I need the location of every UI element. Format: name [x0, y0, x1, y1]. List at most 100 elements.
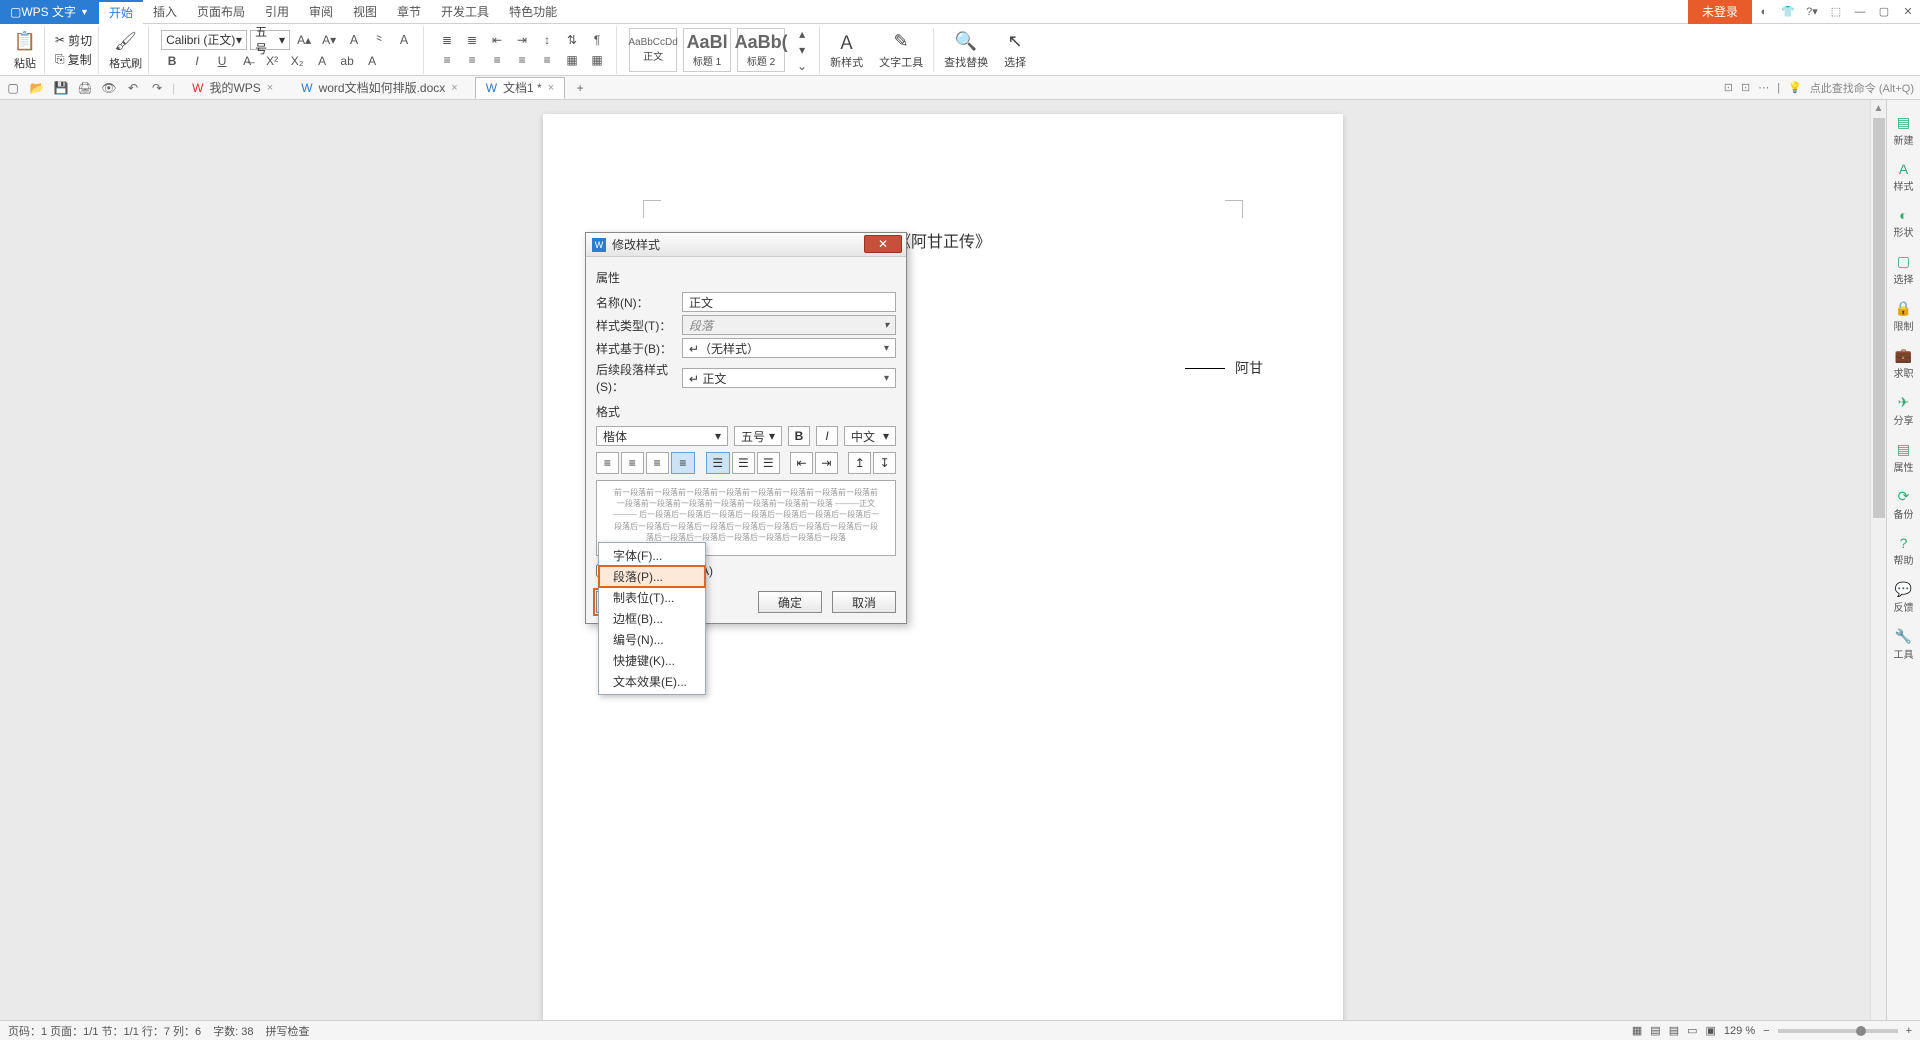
text-tools-button[interactable]: ✎文字工具 — [873, 30, 929, 70]
view-web-icon[interactable]: ▤ — [1669, 1024, 1679, 1037]
shading-icon[interactable]: ▦ — [561, 51, 583, 69]
tab-insert[interactable]: 插入 — [143, 0, 187, 24]
increase-indent-icon[interactable]: ⇥ — [511, 31, 533, 49]
qa-redo-icon[interactable]: ↷ — [148, 79, 166, 97]
view-fullscreen-icon[interactable]: ▣ — [1706, 1024, 1716, 1037]
new-tab-button[interactable]: + — [571, 79, 589, 97]
status-words[interactable]: 字数: 38 — [213, 1023, 253, 1039]
qa-new-icon[interactable]: ▢ — [4, 79, 22, 97]
phonetic-icon[interactable]: ⺀ — [368, 31, 390, 49]
tab-start[interactable]: 开始 — [99, 0, 143, 24]
qa-print-icon[interactable]: 🖨 — [76, 79, 94, 97]
cloud-icon[interactable]: ⊡ — [1724, 81, 1733, 94]
side-feedback[interactable]: 💬反馈 — [1889, 577, 1919, 618]
tab-reference[interactable]: 引用 — [255, 0, 299, 24]
styles-more-icon[interactable]: ⌄ — [791, 59, 813, 73]
shirt-icon[interactable]: 👕 — [1776, 0, 1800, 24]
decrease-font-icon[interactable]: A▾ — [318, 31, 340, 49]
highlight-button[interactable]: ab — [336, 52, 358, 70]
zoom-in-button[interactable]: + — [1906, 1025, 1912, 1037]
login-button[interactable]: 未登录 — [1688, 0, 1752, 24]
decrease-indent-icon[interactable]: ⇤ — [486, 31, 508, 49]
sort-icon[interactable]: ⇅ — [561, 31, 583, 49]
format-lang-select[interactable]: 中文▾ — [844, 426, 896, 446]
align-right-icon[interactable]: ≡ — [486, 51, 508, 69]
side-props[interactable]: ▤属性 — [1889, 437, 1919, 478]
select-button[interactable]: ↖选择 — [998, 30, 1032, 70]
bold-button[interactable]: B — [788, 426, 810, 446]
qa-open-icon[interactable]: 📂 — [28, 79, 46, 97]
ok-button[interactable]: 确定 — [758, 591, 822, 613]
menu-tabs[interactable]: 制表位(T)... — [599, 587, 705, 608]
subscript-button[interactable]: X₂ — [286, 52, 308, 70]
bold-button[interactable]: B — [161, 52, 183, 70]
minimize-icon[interactable]: — — [1848, 0, 1872, 24]
tab-devtools[interactable]: 开发工具 — [431, 0, 499, 24]
close-icon[interactable]: × — [451, 82, 457, 94]
skin-icon[interactable]: ◐ — [1752, 0, 1776, 24]
align-justify-button[interactable]: ≡ — [671, 452, 695, 474]
side-select[interactable]: ▢选择 — [1889, 249, 1919, 290]
style-heading1[interactable]: AaBl标题 1 — [683, 28, 731, 72]
menu-numbering[interactable]: 编号(N)... — [599, 629, 705, 650]
format-size-select[interactable]: 五号▾ — [734, 426, 782, 446]
tab-special[interactable]: 特色功能 — [499, 0, 567, 24]
char-shading-button[interactable]: A — [361, 52, 383, 70]
menu-shortcut[interactable]: 快捷键(K)... — [599, 650, 705, 671]
dialog-titlebar[interactable]: W 修改样式 ✕ — [586, 233, 906, 257]
share-icon[interactable]: ⊡ — [1741, 81, 1750, 94]
side-new[interactable]: ▤新建 — [1889, 110, 1919, 151]
zoom-out-button[interactable]: − — [1763, 1025, 1769, 1037]
align-left-icon[interactable]: ≡ — [436, 51, 458, 69]
qa-save-icon[interactable]: 💾 — [52, 79, 70, 97]
indent-dec-button[interactable]: ⇤ — [790, 452, 813, 474]
para-before-button[interactable]: ↥ — [848, 452, 871, 474]
cut-icon[interactable]: ✂ — [55, 33, 65, 47]
line-spacing-3-button[interactable]: ☰ — [757, 452, 780, 474]
find-replace-button[interactable]: 🔍查找替换 — [938, 30, 994, 70]
distribute-icon[interactable]: ≡ — [536, 51, 558, 69]
zoom-slider-thumb[interactable] — [1856, 1026, 1866, 1036]
styles-down-icon[interactable]: ▾ — [791, 43, 813, 57]
side-style[interactable]: A样式 — [1889, 157, 1919, 197]
side-tools[interactable]: 🔧工具 — [1889, 624, 1919, 665]
char-border-icon[interactable]: Ａ — [393, 31, 415, 49]
style-heading2[interactable]: AaBb(标题 2 — [737, 28, 785, 72]
menu-paragraph[interactable]: 段落(P)... — [599, 566, 705, 587]
close-icon[interactable]: ✕ — [1896, 0, 1920, 24]
help-icon[interactable]: ?▾ — [1800, 0, 1824, 24]
styles-up-icon[interactable]: ▴ — [791, 27, 813, 41]
view-outline-icon[interactable]: ▤ — [1650, 1024, 1660, 1037]
search-hint[interactable]: 点此查找命令 (Alt+Q) — [1810, 80, 1914, 96]
doc-tab-guide[interactable]: W word文档如何排版.docx × — [290, 77, 468, 99]
cancel-button[interactable]: 取消 — [832, 591, 896, 613]
doc-tab-current[interactable]: W 文档1 * × — [475, 77, 565, 99]
italic-button[interactable]: I — [816, 426, 838, 446]
align-center-icon[interactable]: ≡ — [461, 51, 483, 69]
close-icon[interactable]: × — [548, 82, 554, 94]
app-label[interactable]: ▢ WPS 文字 ▼ — [0, 0, 99, 24]
scroll-up-icon[interactable]: ▲ — [1871, 100, 1886, 116]
italic-button[interactable]: I — [186, 52, 208, 70]
line-spacing-2-button[interactable]: ☰ — [732, 452, 755, 474]
zoom-slider[interactable] — [1778, 1029, 1898, 1033]
zoom-level[interactable]: 129 % — [1724, 1025, 1755, 1037]
show-marks-icon[interactable]: ¶ — [586, 31, 608, 49]
align-right-button[interactable]: ≡ — [646, 452, 669, 474]
side-limit[interactable]: 🔒限制 — [1889, 296, 1919, 337]
style-normal[interactable]: AaBbCcDd正文 — [629, 28, 677, 72]
borders-icon[interactable]: ▦ — [586, 51, 608, 69]
dialog-close-button[interactable]: ✕ — [864, 235, 902, 253]
side-share[interactable]: ✈分享 — [1889, 390, 1919, 431]
qa-preview-icon[interactable]: 👁 — [100, 79, 118, 97]
vertical-scrollbar[interactable]: ▲ — [1870, 100, 1886, 1020]
tab-chapter[interactable]: 章节 — [387, 0, 431, 24]
view-read-icon[interactable]: ▭ — [1687, 1024, 1697, 1037]
next-select[interactable]: ↵ 正文 — [682, 368, 896, 388]
align-left-button[interactable]: ≡ — [596, 452, 619, 474]
side-job[interactable]: 💼求职 — [1889, 343, 1919, 384]
line-spacing-1-button[interactable]: ☰ — [706, 452, 730, 474]
status-page[interactable]: 页码：1 页面：1/1 节：1/1 行：7 列：6 — [8, 1023, 201, 1039]
new-style-button[interactable]: Ａ新样式 — [824, 30, 869, 70]
indent-inc-button[interactable]: ⇥ — [815, 452, 838, 474]
